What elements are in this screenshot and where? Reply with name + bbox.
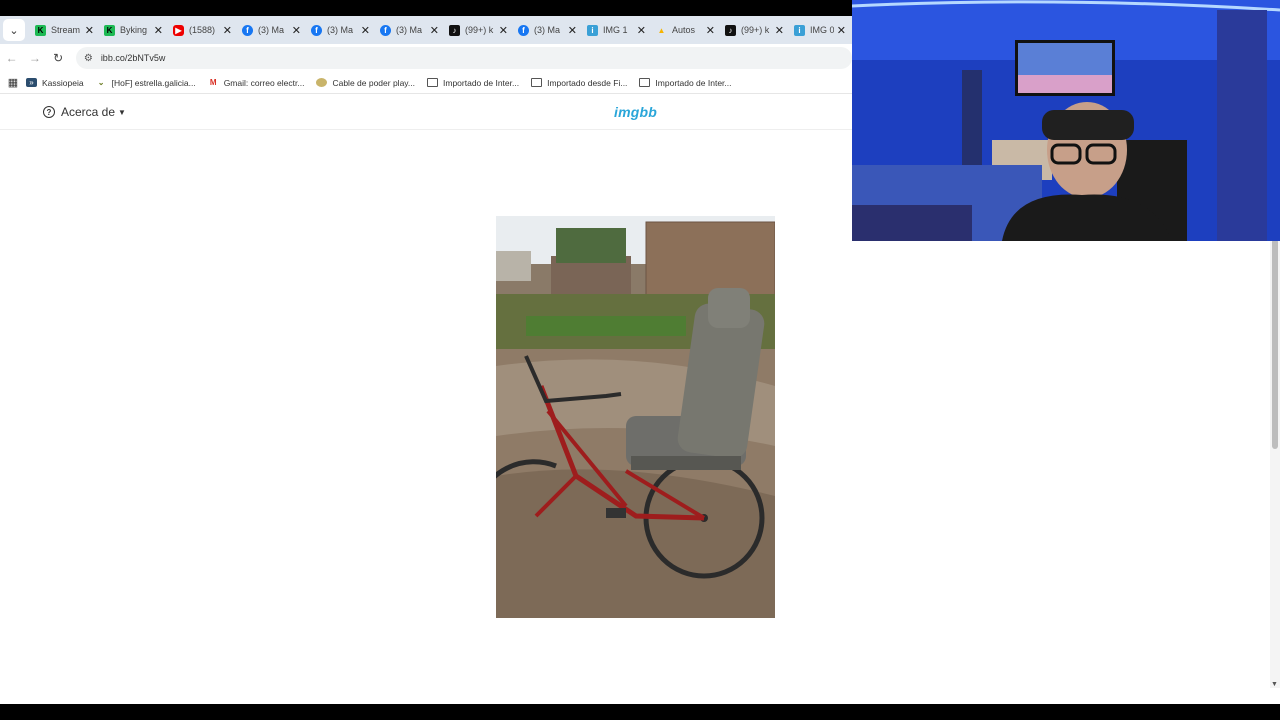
gmail-icon: M (209, 78, 217, 87)
bookmark-item[interactable]: ⌄ [HoF] estrella.galicia... (96, 78, 196, 88)
close-icon[interactable]: ✕ (85, 24, 94, 37)
tab-label: (99+) k (741, 25, 770, 35)
scroll-thumb[interactable] (1272, 239, 1278, 449)
reload-icon[interactable]: ↻ (47, 51, 70, 65)
bicycle-with-car-seat-photo (496, 216, 775, 618)
close-icon[interactable]: ✕ (499, 24, 508, 37)
imgbb-icon: i (587, 24, 598, 36)
tab-label: (99+) k (465, 25, 494, 35)
close-icon[interactable]: ✕ (706, 24, 715, 37)
tab-8[interactable]: i IMG 1 ✕ (581, 18, 650, 42)
tiktok-icon: ♪ (449, 24, 460, 36)
facebook-icon: f (311, 24, 322, 36)
tab-11[interactable]: i IMG 0 ✕ (788, 18, 850, 42)
tab-0[interactable]: K Stream ✕ (29, 18, 98, 42)
kick-icon: K (104, 24, 115, 36)
tab-label: (3) Ma (258, 25, 285, 35)
address-bar[interactable]: ⚙ ibb.co/2bNTv5w (75, 47, 853, 69)
close-icon[interactable]: ✕ (361, 24, 370, 37)
help-circle-icon: ? (43, 106, 55, 118)
bookmark-label: Kassiopeia (42, 77, 84, 88)
close-icon[interactable]: ✕ (223, 24, 232, 37)
browser-toolbar: ← → ↻ ⚙ ibb.co/2bNTv5w (0, 44, 853, 72)
kick-icon: K (35, 24, 46, 36)
tab-6[interactable]: ♪ (99+) k ✕ (443, 18, 512, 42)
caret-down-icon: ▼ (118, 107, 126, 117)
site-settings-icon[interactable]: ⚙ (84, 53, 93, 64)
close-icon[interactable]: ✕ (430, 24, 439, 37)
tiktok-icon: ♪ (725, 24, 736, 36)
close-icon[interactable]: ✕ (154, 24, 163, 37)
bookmark-item[interactable]: » Kassiopeia (26, 78, 84, 88)
tab-label: (3) Ma (396, 25, 423, 35)
address-url[interactable]: ibb.co/2bNTv5w (101, 53, 166, 63)
tab-label: Autos (672, 25, 696, 35)
bookmark-item[interactable]: Cable de poder play... (316, 78, 415, 88)
bookmark-label: [HoF] estrella.galicia... (111, 77, 196, 88)
tab-label: Stream (51, 25, 81, 35)
forward-arrow-icon[interactable]: → (23, 51, 46, 65)
tab-label: Byking (120, 25, 148, 35)
bookmark-label: Gmail: correo electr... (223, 77, 305, 88)
bookmark-label: Cable de poder play... (332, 77, 416, 88)
close-icon[interactable]: ✕ (775, 24, 784, 37)
bottom-black-bar (0, 704, 1280, 720)
hof-icon: ⌄ (97, 78, 105, 87)
about-menu[interactable]: ? Acerca de ▼ (43, 105, 126, 119)
close-icon[interactable]: ✕ (637, 24, 646, 37)
scroll-down-arrow-icon[interactable]: ▼ (1271, 681, 1278, 688)
imgbb-icon: i (794, 24, 805, 36)
tab-1[interactable]: K Byking ✕ (98, 18, 167, 42)
tab-2[interactable]: ▶ (1588) ✕ (167, 18, 236, 42)
drive-icon: ▲ (657, 25, 666, 35)
uploaded-photo[interactable] (496, 216, 775, 618)
tab-7[interactable]: f (3) Ma ✕ (512, 18, 581, 42)
tab-label: (1588) (189, 25, 216, 35)
bookmark-label: Importado desde Fi... (547, 77, 628, 88)
bookmarks-bar: ▦ » Kassiopeia ⌄ [HoF] estrella.galicia...… (0, 72, 852, 94)
tab-strip: ⌄ K Stream ✕ K Byking ✕ ▶ (1588) ✕ f (3) Ma ✕ f (… (0, 16, 852, 44)
facebook-icon: f (242, 24, 253, 36)
close-icon[interactable]: ✕ (292, 24, 301, 37)
about-label: Acerca de (61, 105, 116, 119)
webcam-overlay (852, 0, 1280, 241)
apps-grid-icon[interactable]: ▦ (0, 76, 26, 89)
facebook-icon: f (518, 24, 529, 36)
bookmark-folder[interactable]: Importado de Inter... (427, 78, 519, 88)
close-icon[interactable]: ✕ (568, 24, 577, 37)
back-arrow-icon[interactable]: ← (0, 51, 23, 65)
bookmark-folder[interactable]: Importado desde Fi... (531, 78, 627, 88)
tab-label: (3) Ma (327, 25, 354, 35)
tab-3[interactable]: f (3) Ma ✕ (236, 18, 305, 42)
tab-label: (3) Ma (534, 25, 561, 35)
bookmark-label: Importado de Inter... (443, 77, 520, 88)
bookmark-item[interactable]: M Gmail: correo electr... (208, 78, 305, 88)
tab-9[interactable]: ▲ Autos ✕ (650, 18, 719, 42)
tab-5[interactable]: f (3) Ma ✕ (374, 18, 443, 42)
bookmark-label: Importado de Inter... (655, 77, 732, 88)
tab-label: IMG 0 (810, 25, 834, 35)
bookmark-folder[interactable]: Importado de Inter... (639, 77, 732, 88)
tab-10[interactable]: ♪ (99+) k ✕ (719, 18, 788, 42)
folder-icon (639, 78, 651, 87)
tab-search-chevron-icon[interactable]: ⌄ (3, 19, 25, 41)
imgbb-logo[interactable]: imgbb (614, 104, 657, 120)
tab-4[interactable]: f (3) Ma ✕ (305, 18, 374, 42)
folder-icon (531, 78, 543, 87)
cable-icon (316, 78, 328, 87)
youtube-icon: ▶ (173, 24, 184, 36)
folder-icon (427, 78, 439, 87)
streamer-webcam-feed (852, 0, 1280, 241)
tab-label: IMG 1 (603, 25, 628, 35)
close-icon[interactable]: ✕ (837, 24, 846, 37)
kassiopeia-icon: » (26, 78, 37, 87)
facebook-icon: f (380, 24, 391, 36)
